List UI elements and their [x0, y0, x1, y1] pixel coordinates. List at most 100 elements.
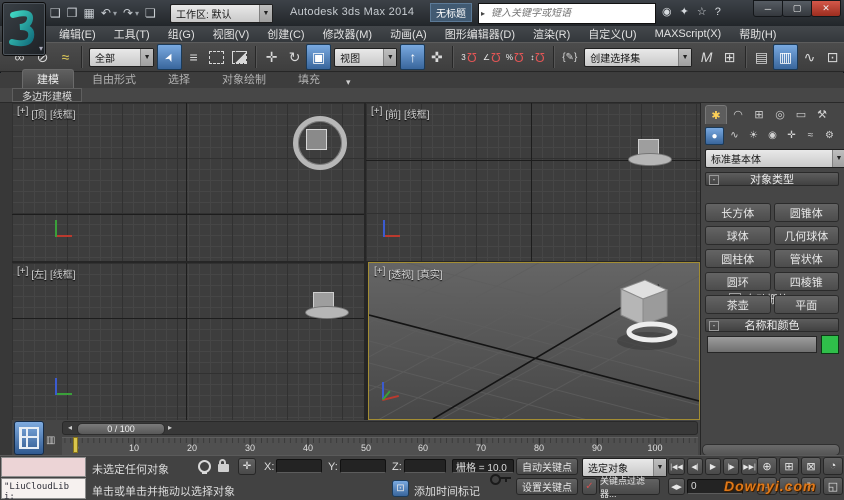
geosphere-button[interactable]: 几何球体	[774, 226, 840, 245]
viewport-perspective[interactable]: [+] [透视] [真实]	[368, 262, 700, 420]
help-icon[interactable]: ?	[715, 6, 721, 18]
x-coord-field[interactable]	[276, 459, 322, 473]
selection-filter-dropdown[interactable]: 全部 ▼	[89, 48, 154, 67]
tab-modify[interactable]: ◠	[728, 105, 748, 123]
select-and-rotate-icon[interactable]: ↻	[283, 45, 306, 69]
viewport-name-menu[interactable]: [左]	[31, 266, 47, 281]
y-coord-field[interactable]	[340, 459, 386, 473]
go-to-end-button[interactable]: ▶▶|	[741, 458, 758, 475]
schematic-view-icon[interactable]: ⊡	[821, 45, 844, 69]
close-button[interactable]: ✕	[811, 0, 841, 17]
select-object-button[interactable]: ➤	[157, 44, 182, 70]
maxscript-listener-white[interactable]: "LiuCloudLib i:	[1, 478, 86, 499]
zoom-extents-all-button[interactable]: ⊠	[801, 457, 821, 475]
menu-edit[interactable]: 编辑(E)	[50, 26, 105, 42]
ribbon-tab-object-paint[interactable]: 对象绘制	[208, 70, 280, 88]
application-menu-button[interactable]: ▾	[2, 2, 46, 56]
plane-button[interactable]: 平面	[774, 295, 840, 314]
ribbon-minimize-icon[interactable]: ▾	[338, 77, 359, 88]
menu-animation[interactable]: 动画(A)	[381, 26, 436, 42]
save-file-icon[interactable]: ▦	[84, 6, 95, 20]
undo-icon[interactable]: ↶	[101, 6, 111, 20]
key-mode-toggle-button[interactable]: ◀▶	[668, 478, 685, 495]
previous-frame-button[interactable]: ◀|	[687, 458, 703, 475]
select-and-move-icon[interactable]: ✛	[260, 45, 283, 69]
spinner-snap-toggle-button[interactable]: ↕Ω	[526, 45, 549, 69]
communication-center-icon[interactable]: ✦	[680, 5, 689, 18]
z-coord-field[interactable]	[404, 459, 446, 473]
next-frame-arrow-icon[interactable]: ▸	[165, 423, 175, 433]
named-selection-sets-dropdown[interactable]: 创建选择集 ▼	[584, 48, 692, 67]
box-button[interactable]: 长方体	[705, 203, 771, 222]
percent-snap-toggle-button[interactable]: %Ω	[503, 45, 526, 69]
window-crossing-icon[interactable]	[228, 45, 251, 69]
object-type-rollout-header[interactable]: - 对象类型	[705, 172, 839, 186]
menu-graph-editors[interactable]: 图形编辑器(D)	[436, 26, 524, 42]
add-time-tag[interactable]: 添加时间标记	[414, 483, 480, 499]
set-key-button[interactable]: 设置关键点	[516, 478, 578, 495]
graphite-ribbon-toggle-button[interactable]: ▥	[773, 44, 798, 70]
angle-snap-toggle-button[interactable]: ∠Ω	[480, 45, 503, 69]
grid-size-field[interactable]: 栅格 = 10.0	[452, 459, 514, 473]
viewport-shading-menu[interactable]: [线框]	[404, 106, 430, 121]
rectangular-selection-region-icon[interactable]	[205, 45, 228, 69]
category-systems[interactable]: ⚙	[821, 127, 838, 143]
primitive-category-dropdown[interactable]: 标准基本体 ▼	[705, 149, 844, 168]
zoom-all-button[interactable]: ⊞	[779, 457, 799, 475]
zoom-button[interactable]: ⊕	[757, 457, 777, 475]
project-folder-icon[interactable]: ❏	[145, 6, 156, 20]
set-keys-check-button[interactable]: ✓	[582, 478, 597, 495]
viewport-top[interactable]: [+] [顶] [线框]	[12, 103, 364, 261]
category-helpers[interactable]: ✛	[783, 127, 800, 143]
select-by-name-icon[interactable]: ≡	[182, 45, 205, 69]
align-icon[interactable]: ⊞	[718, 45, 741, 69]
key-filters-button[interactable]: 关键点过滤器...	[599, 478, 660, 495]
viewport-front[interactable]: [+] [前] [线框]	[366, 103, 700, 261]
menu-tools[interactable]: 工具(T)	[105, 26, 159, 42]
menu-help[interactable]: 帮助(H)	[730, 26, 785, 42]
viewport-menu-plus[interactable]: [+]	[17, 266, 28, 281]
new-file-icon[interactable]: ❑	[50, 6, 61, 20]
category-geometry[interactable]: ●	[705, 127, 724, 145]
viewport-name-menu[interactable]: [顶]	[31, 106, 47, 121]
teapot-button[interactable]: 茶壶	[705, 295, 771, 314]
category-lights[interactable]: ☀	[745, 127, 762, 143]
viewport-left[interactable]: [+] [左] [线框]	[12, 263, 364, 420]
viewport-menu-plus[interactable]: [+]	[374, 266, 385, 281]
go-to-start-button[interactable]: |◀◀	[668, 458, 685, 475]
open-mini-curve-editor-icon[interactable]: ▥	[46, 435, 55, 446]
current-frame-marker[interactable]	[73, 437, 78, 453]
isolate-selection-button[interactable]: ⊡	[392, 480, 409, 497]
redo-flyout-icon[interactable]: ▾	[135, 9, 139, 18]
snap-toggle-3d-button[interactable]: 3Ω	[457, 45, 480, 69]
viewport-name-menu[interactable]: [透视]	[388, 266, 414, 281]
viewport-menu-plus[interactable]: [+]	[17, 106, 28, 121]
select-and-manipulate-icon[interactable]: ✜	[425, 45, 448, 69]
bind-to-space-warp-icon[interactable]: ≈	[54, 45, 77, 69]
tab-utilities[interactable]: ⚒	[812, 105, 832, 123]
object-name-field[interactable]	[707, 336, 817, 353]
tube-button[interactable]: 管状体	[774, 249, 840, 268]
box-top-view[interactable]	[306, 129, 327, 150]
time-slider-handle[interactable]: 0 / 100	[77, 423, 165, 435]
time-slider-track[interactable]: ◂ 0 / 100 ▸	[62, 421, 698, 435]
use-pivot-center-button[interactable]: ↑	[400, 44, 425, 70]
viewport-shading-menu[interactable]: [线框]	[50, 266, 76, 281]
minimize-button[interactable]: ─	[753, 0, 783, 17]
selection-lock-icon[interactable]	[218, 464, 229, 472]
search-icon[interactable]: ◉	[662, 5, 672, 18]
next-frame-button[interactable]: |▶	[723, 458, 739, 475]
ribbon-tab-populate[interactable]: 填充	[284, 70, 334, 88]
viewport-name-menu[interactable]: [前]	[385, 106, 401, 121]
name-color-rollout-header[interactable]: - 名称和颜色	[705, 318, 839, 332]
viewport-menu-plus[interactable]: [+]	[371, 106, 382, 121]
collapse-icon[interactable]: -	[709, 321, 719, 331]
viewport-layout-tabs-button[interactable]	[14, 421, 44, 455]
undo-flyout-icon[interactable]: ▾	[113, 9, 117, 18]
edit-named-selection-sets-icon[interactable]: {✎}	[558, 45, 581, 69]
select-and-scale-button[interactable]: ▣	[306, 44, 331, 70]
viewport-shading-menu[interactable]: [真实]	[417, 266, 443, 281]
menu-modifiers[interactable]: 修改器(M)	[314, 26, 382, 42]
maximize-button[interactable]: ▢	[782, 0, 812, 17]
cone-button[interactable]: 圆锥体	[774, 203, 840, 222]
